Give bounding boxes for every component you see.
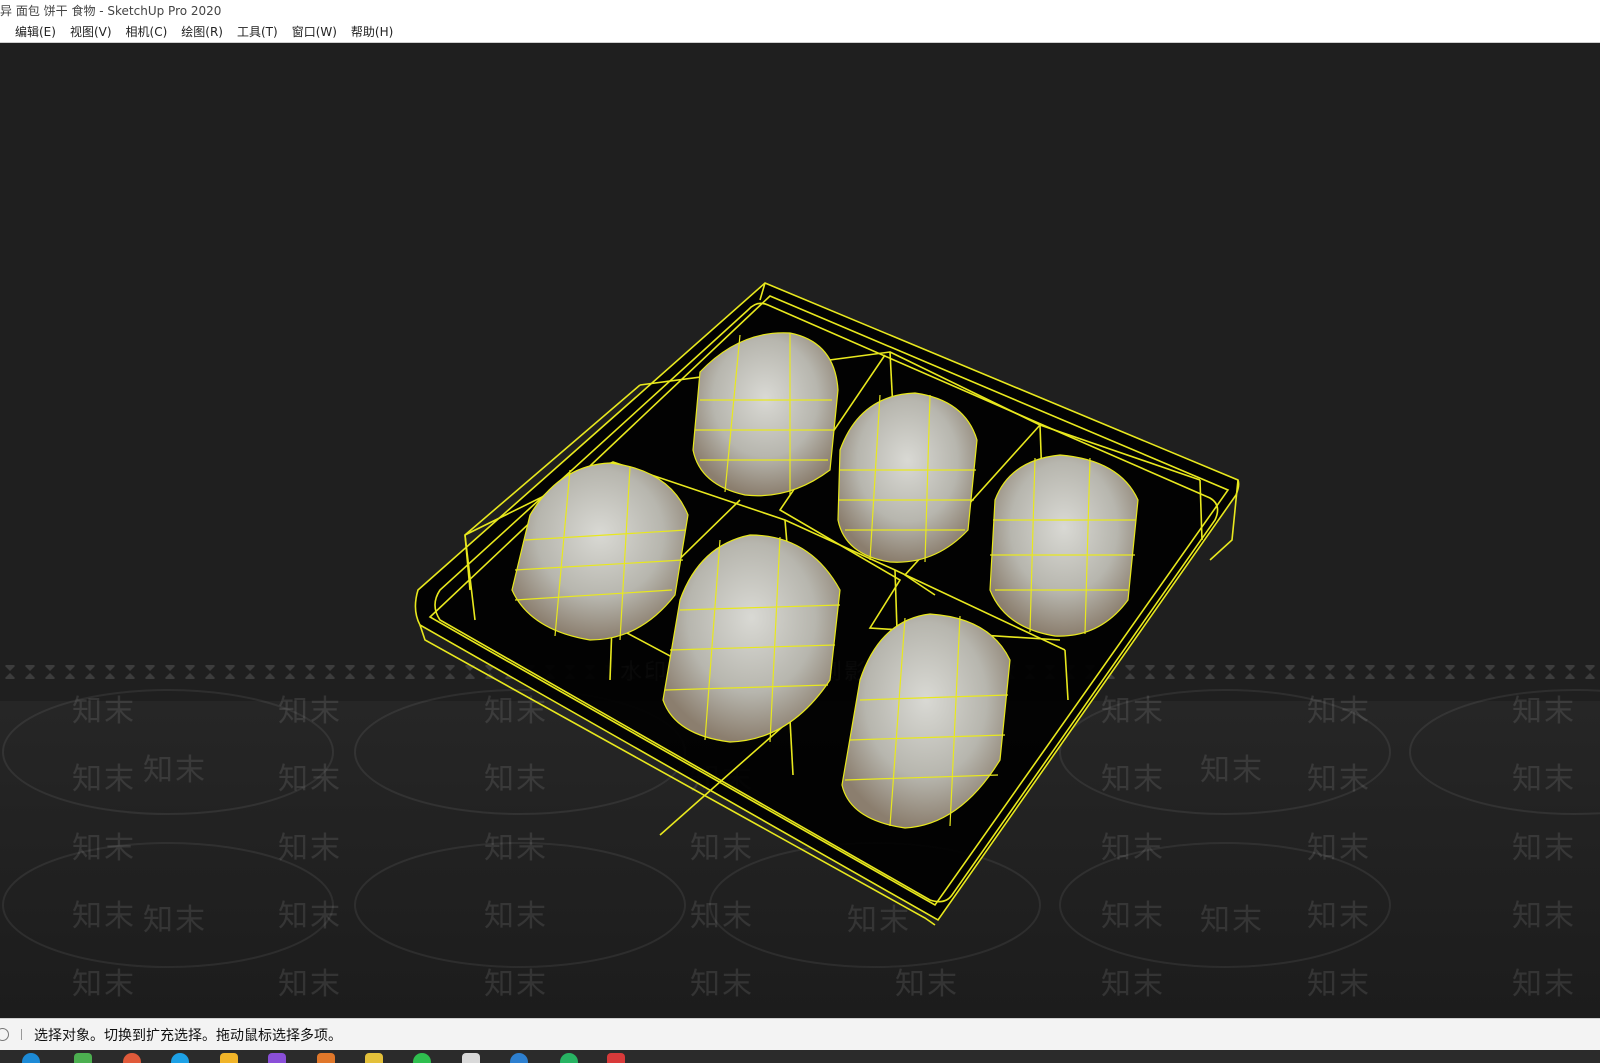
bread-roll <box>837 392 978 563</box>
app2-icon[interactable] <box>510 1053 528 1063</box>
acrobat-icon[interactable] <box>607 1053 625 1063</box>
note-icon[interactable] <box>365 1053 383 1063</box>
menu-view[interactable]: 视图(V) <box>64 22 118 42</box>
status-divider <box>21 1029 22 1040</box>
menu-help[interactable]: 帮助(H) <box>345 22 399 42</box>
info-icon[interactable] <box>0 1028 9 1041</box>
window-title-bar: 异 面包 饼干 食物 - SketchUp Pro 2020 <box>0 0 1600 22</box>
window-title: 异 面包 饼干 食物 - SketchUp Pro 2020 <box>0 4 222 18</box>
edge-icon[interactable] <box>22 1053 40 1063</box>
menu-window[interactable]: 窗口(W) <box>286 22 343 42</box>
menu-tools[interactable]: 工具(T) <box>231 22 284 42</box>
menu-draw[interactable]: 绘图(R) <box>175 22 229 42</box>
menu-edit[interactable]: 编辑(E) <box>9 22 62 42</box>
windows-taskbar <box>0 1050 1600 1063</box>
model-viewport[interactable]: 知末 知末 知末 知末 知末 知末 知末 知末 知末 知末 知末 知末 知末 知… <box>0 43 1600 1018</box>
menu-bar: 编辑(E) 视图(V) 相机(C) 绘图(R) 工具(T) 窗口(W) 帮助(H… <box>0 22 1600 43</box>
status-bar: 选择对象。切换到扩充选择。拖动鼠标选择多项。 <box>0 1018 1600 1050</box>
menu-camera[interactable]: 相机(C) <box>120 22 174 42</box>
status-message: 选择对象。切换到扩充选择。拖动鼠标选择多项。 <box>34 1027 342 1044</box>
app3-icon[interactable] <box>560 1053 578 1063</box>
store-icon[interactable] <box>74 1053 92 1063</box>
office-icon[interactable] <box>317 1053 335 1063</box>
bread-roll <box>989 454 1139 637</box>
browser-icon[interactable] <box>171 1053 189 1063</box>
viewport-canvas <box>0 282 1600 968</box>
wechat-icon[interactable] <box>413 1053 431 1063</box>
folder-icon[interactable] <box>220 1053 238 1063</box>
chrome-icon[interactable] <box>123 1053 141 1063</box>
app-icon[interactable] <box>268 1053 286 1063</box>
qq-icon[interactable] <box>462 1053 480 1063</box>
